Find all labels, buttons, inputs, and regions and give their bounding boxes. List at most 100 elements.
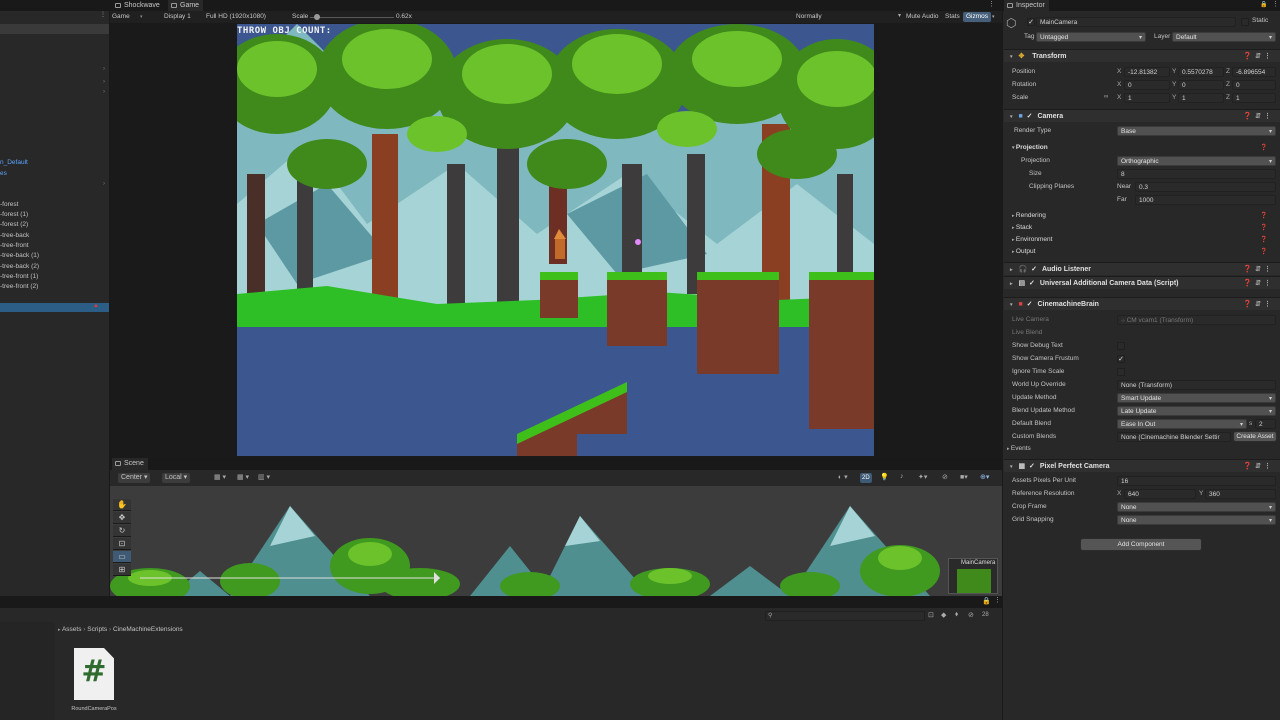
environment-foldout[interactable]: ▸ Environment (1012, 234, 1052, 246)
reference-resolution-y-field[interactable]: 360 (1205, 489, 1276, 499)
layer-dropdown[interactable]: Default (1172, 32, 1276, 42)
hidden-icon[interactable]: ⊘ (942, 473, 948, 481)
ignore-time-scale-checkbox[interactable] (1117, 368, 1125, 376)
default-blend-dropdown[interactable]: Ease In Out (1117, 419, 1247, 429)
filter-type-icon[interactable]: ⊡ (928, 611, 934, 619)
blend-update-method-dropdown[interactable]: Late Update (1117, 406, 1276, 416)
help-icon[interactable]: ❓ (1260, 236, 1267, 243)
hierarchy-item[interactable]: -tree-front (0, 241, 29, 251)
mute-audio-toggle[interactable]: Mute Audio (906, 12, 939, 22)
enabled-check-icon[interactable]: ✓ (1027, 301, 1033, 308)
link-icon[interactable]: ∞ (1104, 94, 1108, 100)
tab-shockwave[interactable]: Shockwave (112, 0, 164, 11)
help-icon[interactable]: ❓ (1260, 212, 1267, 219)
scale-z-field[interactable]: 1 (1232, 93, 1276, 103)
rotation-x-field[interactable]: 0 (1124, 80, 1170, 90)
play-mode-dropdown[interactable]: Normally (796, 12, 822, 22)
scale-slider-track[interactable] (310, 14, 394, 20)
scale-tool-icon[interactable]: ⊡ (113, 538, 131, 550)
project-search-input[interactable]: ⚲ (765, 611, 925, 621)
stack-foldout[interactable]: ▸ Stack (1012, 222, 1032, 234)
hierarchy-item[interactable]: -tree-back (2) (0, 262, 39, 272)
help-icon[interactable]: ❓ (1260, 248, 1267, 255)
enabled-check-icon[interactable]: ✓ (1029, 463, 1035, 470)
position-x-field[interactable]: -12.81382 (1124, 67, 1170, 77)
enabled-check-icon[interactable]: ✓ (1029, 280, 1035, 287)
panel-menu-icon[interactable]: ⋮ (1272, 0, 1279, 8)
scale-x-field[interactable]: 1 (1124, 93, 1170, 103)
audio-icon[interactable]: ♪ (900, 473, 904, 480)
scale-y-field[interactable]: 1 (1178, 93, 1224, 103)
hierarchy-item[interactable]: -tree-front (1) (0, 272, 38, 282)
transform-tool-icon[interactable]: ⊞ (113, 564, 131, 576)
size-field[interactable]: 8 (1117, 169, 1276, 179)
help-icon[interactable]: ❓ (1260, 144, 1267, 151)
assets-ppu-field[interactable]: 16 (1117, 476, 1276, 486)
snap-icon[interactable]: ▦ ▾ (237, 473, 249, 481)
grid-snapping-dropdown[interactable]: None (1117, 515, 1276, 525)
hierarchy-item[interactable]: -tree-front (2) (0, 282, 38, 292)
tab-game[interactable]: Game (168, 0, 204, 11)
uacd-header[interactable]: ▸ ▤ ✓ Universal Additional Camera Data (… (1004, 276, 1280, 289)
lock-icon[interactable]: 🔒 (1260, 1, 1267, 8)
resolution-dropdown[interactable]: Full HD (1920x1080) (206, 12, 266, 22)
hierarchy-item[interactable]: -tree-back (1) (0, 251, 39, 261)
component-actions-icons[interactable]: ❓⇵⋮ (1243, 298, 1274, 311)
static-checkbox[interactable] (1241, 18, 1249, 26)
rotate-tool-icon[interactable]: ↻ (113, 525, 131, 537)
events-foldout[interactable]: ▸ Events (1007, 443, 1031, 455)
stats-toggle[interactable]: Stats (945, 12, 960, 22)
output-foldout[interactable]: ▸ Output (1012, 246, 1035, 258)
active-checkbox[interactable]: ✓ (1027, 18, 1035, 26)
custom-blends-field[interactable]: None (Cinemachine Blender Settir (1117, 432, 1231, 442)
hierarchy-item[interactable]: n_Default (0, 158, 28, 168)
breadcrumb-assets[interactable]: Assets (62, 626, 82, 633)
show-debug-text-checkbox[interactable] (1117, 342, 1125, 350)
render-type-dropdown[interactable]: Base (1117, 126, 1276, 136)
add-component-button[interactable]: Add Component (1080, 538, 1202, 551)
filter-label-icon[interactable]: ◆ (941, 611, 946, 619)
transform-header[interactable]: ▾ ✥ Transform ❓⇵⋮ (1004, 49, 1280, 62)
tag-icon[interactable]: ⬧ (955, 611, 958, 619)
light-icon[interactable]: 💡 (880, 473, 889, 481)
asset-item[interactable]: # (74, 648, 114, 700)
default-blend-seconds-field[interactable]: 2 (1255, 419, 1276, 429)
toggle-2d-button[interactable]: 2D (860, 473, 872, 483)
far-field[interactable]: 1000 (1135, 195, 1276, 205)
pixel-perfect-camera-header[interactable]: ▾ ▦ ✓ Pixel Perfect Camera ❓⇵⋮ (1004, 459, 1280, 472)
grid-icon[interactable]: ▦ ▾ (214, 473, 226, 481)
crop-frame-dropdown[interactable]: None (1117, 502, 1276, 512)
component-actions-icons[interactable]: ❓⇵⋮ (1243, 50, 1274, 63)
scale-slider-handle[interactable] (314, 14, 321, 20)
component-actions-icons[interactable]: ❓⇵⋮ (1243, 277, 1274, 290)
chevron-right-icon[interactable]: › (103, 66, 105, 72)
camera-icon[interactable]: ■▾ (960, 473, 968, 481)
hierarchy-item[interactable]: -tree-back (0, 231, 29, 241)
world-up-override-field[interactable]: None (Transform) (1117, 380, 1276, 390)
camera-header[interactable]: ▾ ■ ✓ Camera ❓⇵⋮ (1004, 109, 1280, 122)
scene-view[interactable]: MainCamera (110, 486, 1002, 596)
gizmos-icon[interactable]: ⊕▾ (980, 473, 989, 481)
increment-icon[interactable]: ▥ ▾ (258, 473, 270, 481)
enabled-check-icon[interactable]: ✓ (1027, 113, 1033, 120)
help-icon[interactable]: ❓ (1260, 224, 1267, 231)
chevron-right-icon[interactable]: › (103, 89, 105, 95)
hidden-packages-icon[interactable]: ⊘ (968, 611, 974, 619)
lock-icon[interactable]: 🔒 (982, 597, 991, 605)
hierarchy-item[interactable]: es (0, 169, 7, 179)
hierarchy-search-row[interactable] (0, 24, 109, 34)
pivot-dropdown[interactable]: Center ▾ (118, 473, 151, 483)
reference-resolution-x-field[interactable]: 640 (1124, 489, 1196, 499)
hierarchy-item[interactable]: -forest (2) (0, 220, 28, 230)
rect-tool-icon[interactable]: ▭ (113, 551, 131, 563)
component-actions-icons[interactable]: ❓⇵⋮ (1243, 460, 1274, 473)
show-camera-frustum-checkbox[interactable]: ✓ (1117, 355, 1125, 363)
hand-tool-icon[interactable]: ✋ (113, 499, 131, 511)
tab-scene[interactable]: Scene (112, 458, 148, 470)
projection-section[interactable]: ▾ Projection (1012, 142, 1048, 154)
display-dropdown[interactable]: Display 1 (164, 12, 191, 22)
tag-dropdown[interactable]: Untagged (1036, 32, 1146, 42)
move-tool-icon[interactable]: ✥ (113, 512, 131, 524)
enabled-check-icon[interactable]: ✓ (1031, 266, 1037, 273)
hierarchy-item[interactable]: -forest (1) (0, 210, 28, 220)
